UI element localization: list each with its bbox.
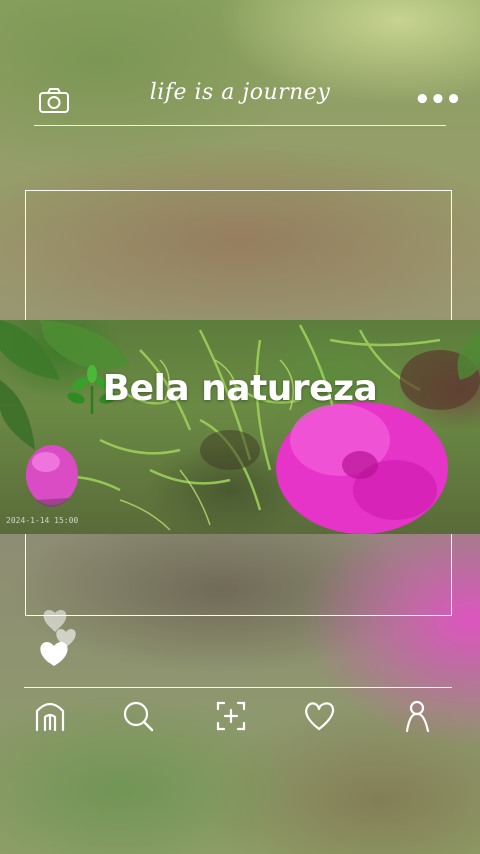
bottom-nav-divider: [24, 687, 452, 688]
flower-photo-art: [0, 320, 480, 534]
add-post-icon[interactable]: [214, 699, 248, 733]
post-photo[interactable]: [0, 320, 480, 534]
header-title: life is a journey: [149, 80, 331, 105]
photo-timestamp: 2024-1-14 15:00: [6, 516, 79, 525]
home-icon[interactable]: [33, 699, 67, 733]
post-caption: Bela natureza: [102, 368, 378, 409]
heart-icon[interactable]: [302, 699, 336, 733]
more-dots-icon[interactable]: •••: [414, 87, 462, 113]
heart-stack-icon[interactable]: [36, 606, 82, 668]
profile-icon[interactable]: [400, 699, 434, 733]
header-divider: [34, 125, 446, 126]
search-icon[interactable]: [121, 699, 155, 733]
